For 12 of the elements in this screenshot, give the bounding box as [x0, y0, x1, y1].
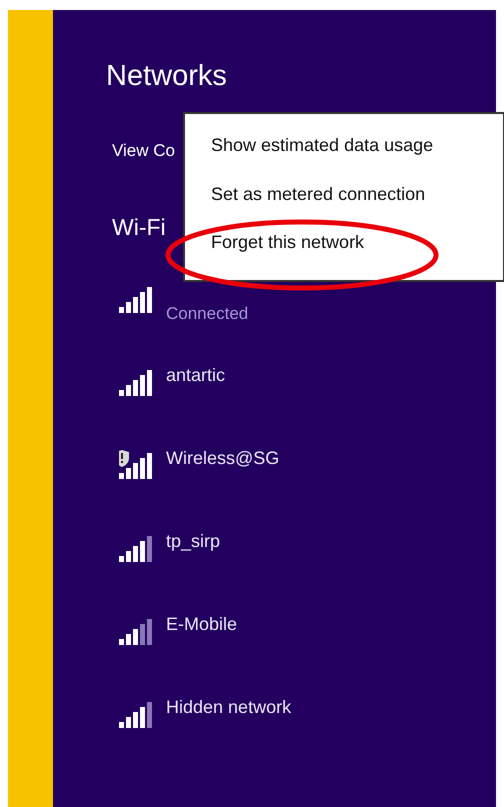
connection-status: Connected — [166, 303, 248, 325]
view-link[interactable]: View Co — [112, 140, 175, 162]
section-heading: Wi-Fi — [112, 213, 166, 241]
menu-item[interactable]: Set as metered connection — [211, 182, 426, 232]
menu-item[interactable]: Forget this network — [211, 231, 364, 280]
network-name[interactable]: Hidden network — [166, 696, 292, 718]
menu-item[interactable]: Show estimated data usage — [211, 134, 434, 183]
panel-title: Networks — [106, 59, 227, 94]
network-name[interactable]: tp_sirp — [166, 530, 220, 552]
network-name[interactable]: antartic — [166, 364, 226, 386]
network-name[interactable]: E-Mobile — [166, 613, 238, 635]
network-name[interactable]: Wireless@SG — [166, 447, 280, 469]
